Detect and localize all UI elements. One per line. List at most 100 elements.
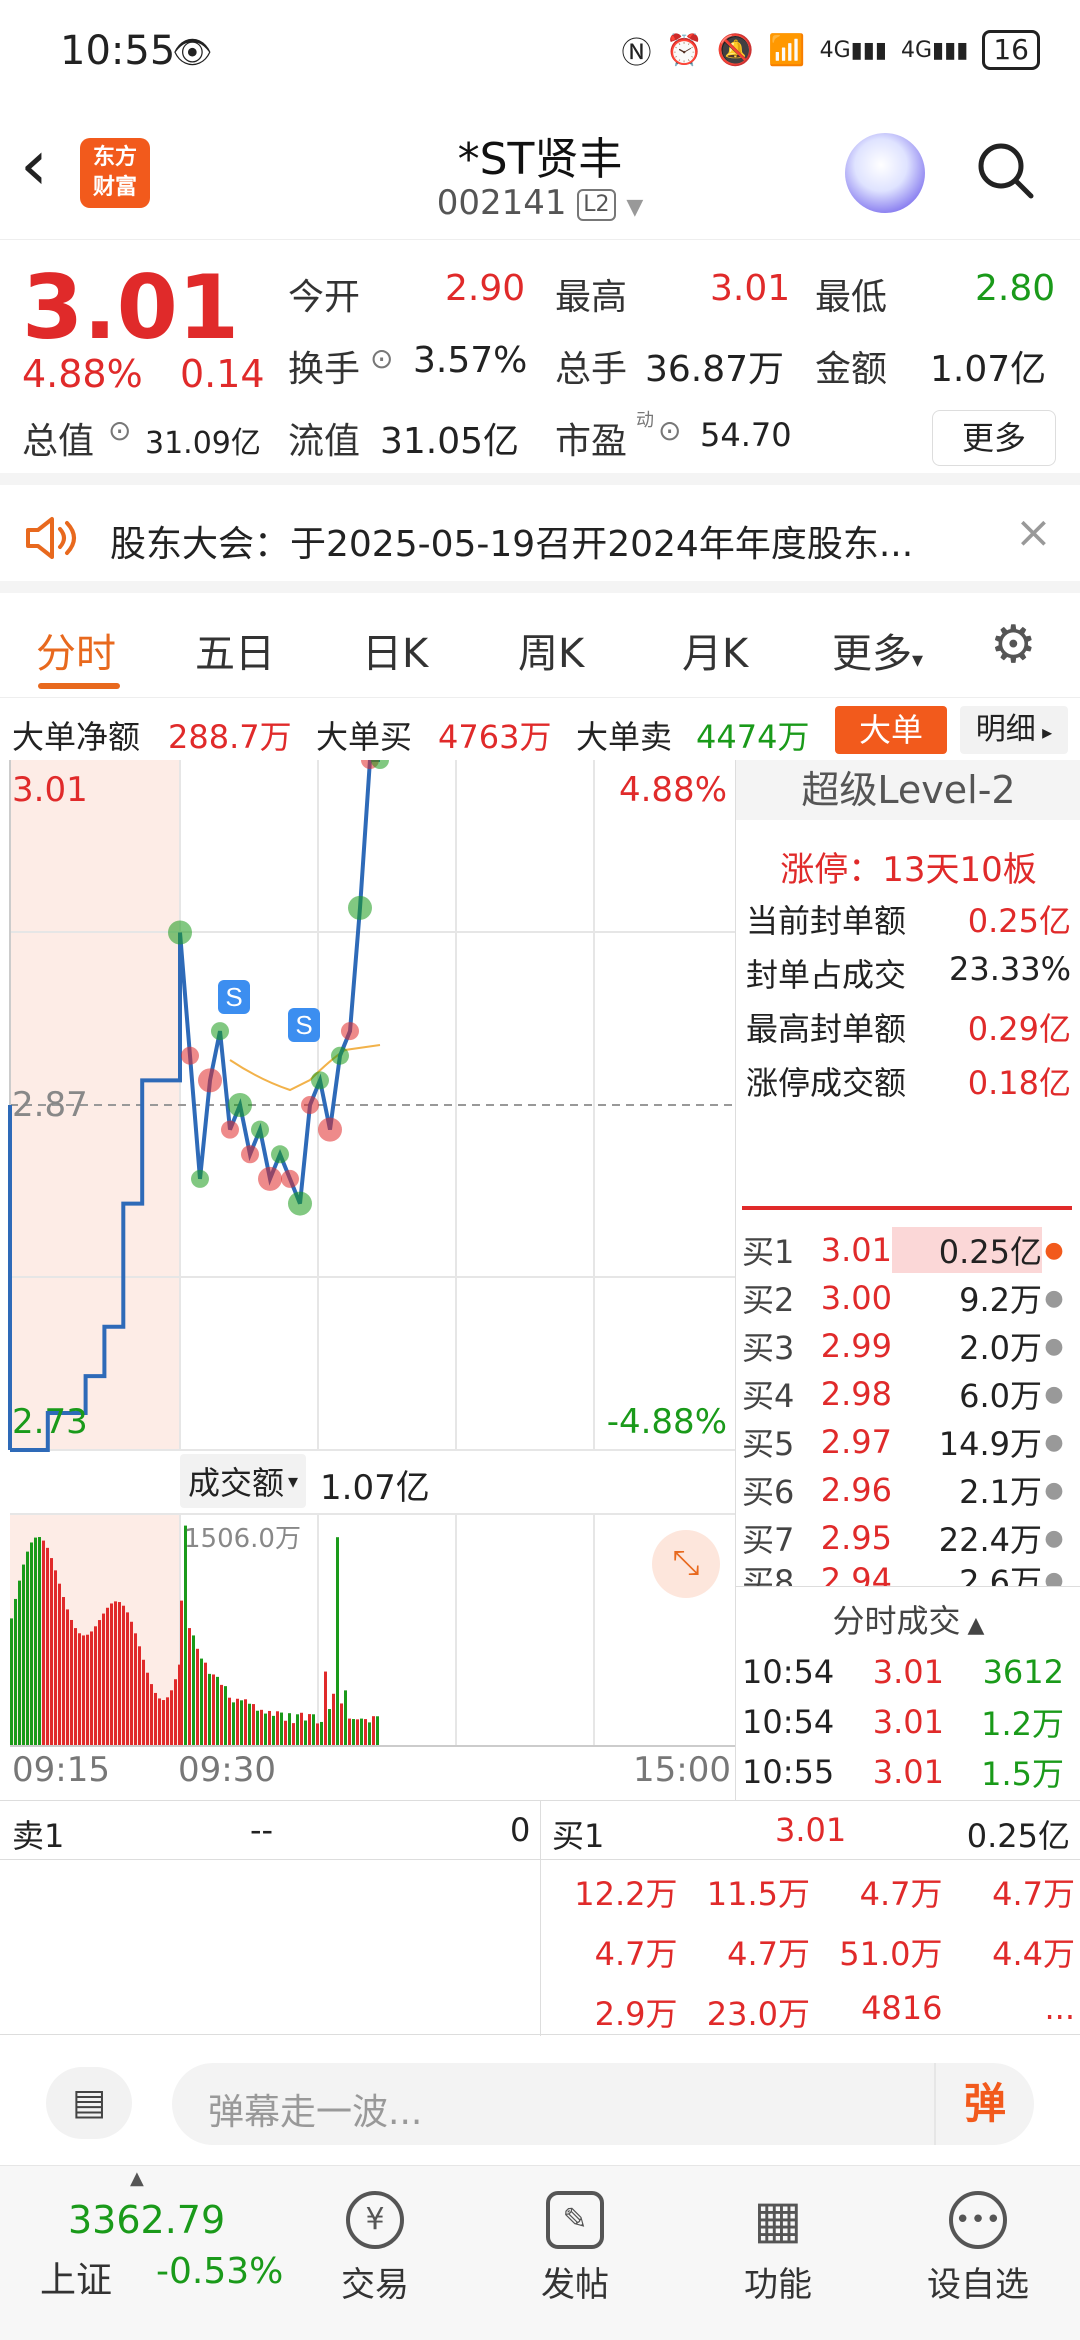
danmu-toggle-icon[interactable]: 弹 [934, 2063, 1034, 2145]
danmu-input[interactable]: 弹幕走一波... 弹 [172, 2063, 1034, 2145]
chevron-down-icon: ▾ [288, 1469, 298, 1493]
volume-bar [220, 1685, 223, 1746]
trade-marker [331, 1047, 349, 1065]
bid-label: 买4 [742, 1371, 812, 1417]
eye-icon: 👁 [172, 33, 213, 71]
ticks-title[interactable]: 分时成交 ▲ [736, 1596, 1080, 1642]
volume-bar [90, 1631, 93, 1746]
volume-bar [70, 1620, 73, 1746]
detail-button[interactable]: 明细 ▸ [960, 706, 1068, 754]
nav-watchlist[interactable]: ••• 设自选 [878, 2166, 1078, 2340]
big-order-button[interactable]: 大单 [835, 706, 947, 754]
more-button[interactable]: 更多 [932, 410, 1056, 466]
volume-bar [264, 1714, 267, 1746]
open-label: 今开 [288, 268, 360, 320]
bid-row[interactable]: 买1 3.01 0.25亿 ● [742, 1226, 1072, 1274]
volume-type-select[interactable]: 成交额 ▾ [180, 1454, 306, 1508]
tab-more[interactable]: 更多▾ [832, 621, 923, 679]
volume-bar [26, 1552, 29, 1746]
bid-vol: 2.6万 [892, 1557, 1042, 1586]
mute-icon: 🔕 [717, 33, 754, 68]
bid-row[interactable]: 买3 2.99 2.0万 ● [742, 1322, 1072, 1370]
divider [742, 1206, 1072, 1210]
volume-bar [332, 1694, 335, 1746]
queue-item: 2.9万 [545, 1989, 678, 2035]
nav-function-label: 功能 [744, 2265, 812, 2305]
bid-row[interactable]: 买2 3.00 9.2万 ● [742, 1274, 1072, 1322]
level2-header[interactable]: 超级Level-2 [736, 760, 1080, 820]
chevron-down-icon: ▾ [912, 648, 923, 673]
low-value: 2.80 [975, 268, 1055, 309]
pct-bot-label: -4.88% [607, 1402, 727, 1442]
last-price: 3.01 [22, 256, 239, 359]
volume-bar [188, 1628, 191, 1746]
fullscreen-expand-icon[interactable]: ⤡ [652, 1530, 720, 1598]
settings-gear-icon[interactable]: ⚙ [990, 615, 1037, 675]
volume-bar [368, 1722, 371, 1746]
bid-row[interactable]: 买7 2.95 22.4万 ● [742, 1514, 1072, 1562]
volume-bar [328, 1709, 331, 1746]
volume-bar [308, 1714, 311, 1746]
limit-up-title: 涨停：13天10板 [736, 842, 1080, 891]
tab-monthly-k[interactable]: 月K [682, 621, 748, 679]
seal-label: 当前封单额 [746, 896, 906, 942]
volume-bar [94, 1626, 97, 1746]
close-icon[interactable]: × [1015, 507, 1052, 558]
tick-time: 10:54 [742, 1653, 852, 1691]
float-label: 流值 [288, 412, 360, 464]
volume-bar [316, 1723, 319, 1746]
nav-post[interactable]: ✎ 发帖 [475, 2166, 675, 2340]
pe-value: 54.70 [700, 416, 792, 454]
tab-intraday[interactable]: 分时 [36, 621, 116, 679]
volume-bar [344, 1690, 347, 1746]
comment-list-icon[interactable]: ▤ [46, 2067, 132, 2139]
volume-bar [312, 1714, 315, 1746]
s-badge-1[interactable]: S [218, 980, 250, 1014]
assistant-avatar[interactable] [845, 133, 925, 213]
bid-row[interactable]: 买8 2.94 2.6万 ● [742, 1556, 1072, 1586]
bid-price: 2.96 [812, 1471, 892, 1509]
index-change: -0.53% [156, 2251, 283, 2292]
volume-bar [296, 1714, 299, 1746]
bid-row[interactable]: 买6 2.96 2.1万 ● [742, 1466, 1072, 1514]
info-icon[interactable]: ⊙ [108, 414, 131, 447]
nav-trade[interactable]: ¥ 交易 [275, 2166, 475, 2340]
volume-bar [58, 1584, 61, 1746]
yuan-icon: ¥ [346, 2191, 404, 2249]
tick-price: 3.01 [852, 1703, 944, 1741]
search-icon[interactable] [975, 140, 1035, 200]
trade-marker [251, 1121, 269, 1139]
nav-post-label: 发帖 [541, 2265, 609, 2305]
bid-row[interactable]: 买5 2.97 14.9万 ● [742, 1418, 1072, 1466]
queue-item: 4816 [810, 1989, 943, 2035]
tab-five-day[interactable]: 五日 [195, 621, 275, 679]
intraday-chart-area[interactable]: S S 3.01 2.87 2.73 4.88% -4.88% 成交额 ▾ 1.0… [0, 760, 735, 1800]
index-quote[interactable]: ▲ 3362.79 上证 -0.53% [30, 2166, 290, 2340]
speaker-icon [22, 513, 82, 563]
tab-weekly-k[interactable]: 周K [518, 621, 584, 679]
bid-row[interactable]: 买4 2.98 6.0万 ● [742, 1370, 1072, 1418]
volume-bar [356, 1719, 359, 1746]
bid1-price: 3.01 [775, 1811, 846, 1849]
info-icon[interactable]: ⊙ [370, 342, 393, 375]
nav-function[interactable]: ▦ 功能 [678, 2166, 878, 2340]
volume-bar [284, 1721, 287, 1746]
dot-icon: ● [1042, 1478, 1066, 1503]
trade-marker [318, 1118, 342, 1142]
intraday-chart[interactable]: S S [0, 760, 735, 1800]
net-value: 288.7万 [168, 712, 292, 758]
info-icon[interactable]: ⊙ [658, 414, 681, 447]
trade-marker [341, 1022, 359, 1040]
mktcap-label: 总值 [22, 412, 94, 464]
volume-bar [162, 1700, 165, 1746]
s-badge-2[interactable]: S [288, 1008, 320, 1042]
status-time: 10:55 [60, 28, 175, 74]
trade-marker [168, 921, 192, 945]
notice-bar[interactable]: 股东大会：于2025-05-19召开2024年年度股东... × [0, 485, 1080, 593]
volume-bar [288, 1713, 291, 1746]
volume-bar [244, 1699, 247, 1746]
tick-row: 10:55 3.01 1.5万 [742, 1748, 1072, 1796]
amount-value: 1.07亿 [930, 340, 1046, 392]
tab-daily-k[interactable]: 日K [362, 621, 428, 679]
bigsell-label: 大单卖 [576, 712, 672, 758]
